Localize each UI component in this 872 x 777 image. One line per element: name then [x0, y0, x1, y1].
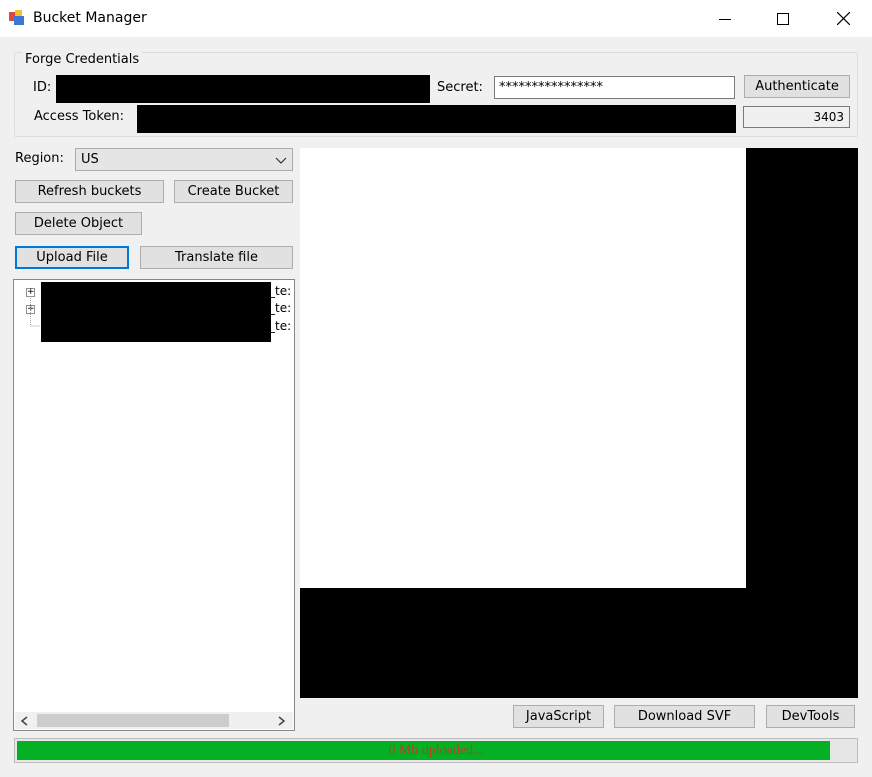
secret-label: Secret:	[437, 80, 483, 95]
region-select-value: US	[81, 152, 99, 167]
scrollbar-thumb[interactable]	[37, 714, 229, 727]
viewer-pane[interactable]	[300, 148, 858, 698]
window-title: Bucket Manager	[33, 10, 147, 26]
tree-item-label[interactable]: _te:	[269, 301, 291, 315]
secret-field[interactable]: ****************	[494, 76, 735, 99]
tree-item-label[interactable]: _te:	[269, 284, 291, 298]
close-icon	[836, 12, 850, 25]
redacted-tree-names	[41, 282, 271, 342]
region-select[interactable]: US	[75, 148, 293, 171]
title-bar: Bucket Manager	[0, 0, 872, 37]
upload-progress-bar: 0 Mb uploaded...	[14, 738, 858, 763]
maximize-button[interactable]	[760, 0, 806, 37]
tree-item-label[interactable]: _te:	[269, 319, 291, 333]
access-token-field[interactable]	[137, 105, 736, 133]
refresh-buckets-button[interactable]: Refresh buckets	[15, 180, 164, 203]
close-button[interactable]	[820, 0, 866, 37]
upload-file-button[interactable]: Upload File	[15, 246, 129, 269]
download-svf-button[interactable]: Download SVF	[614, 705, 755, 728]
javascript-button[interactable]: JavaScript	[513, 705, 604, 728]
minimize-icon	[719, 18, 731, 20]
horizontal-scrollbar[interactable]	[15, 712, 293, 729]
create-bucket-button[interactable]: Create Bucket	[174, 180, 293, 203]
token-expiry-field: 3403	[743, 106, 850, 128]
client-id-field[interactable]	[56, 75, 430, 103]
app-window-icon	[9, 10, 24, 25]
devtools-button[interactable]: DevTools	[766, 705, 855, 728]
scroll-left-icon[interactable]	[20, 716, 29, 726]
id-label: ID:	[33, 80, 52, 95]
translate-file-button[interactable]: Translate file	[140, 246, 293, 269]
credentials-group-title: Forge Credentials	[22, 52, 143, 68]
chevron-down-icon	[275, 157, 287, 164]
progress-text: 0 Mb uploaded...	[388, 743, 484, 758]
bucket-tree[interactable]: + + _te: _te: _te:	[13, 279, 295, 731]
minimize-button[interactable]	[702, 0, 748, 37]
viewer-canvas[interactable]	[300, 148, 746, 588]
scroll-right-icon[interactable]	[277, 716, 286, 726]
authenticate-button[interactable]: Authenticate	[744, 75, 850, 98]
maximize-icon	[777, 12, 789, 25]
access-token-label: Access Token:	[34, 109, 125, 124]
region-label: Region:	[15, 151, 64, 166]
delete-object-button[interactable]: Delete Object	[15, 212, 142, 235]
